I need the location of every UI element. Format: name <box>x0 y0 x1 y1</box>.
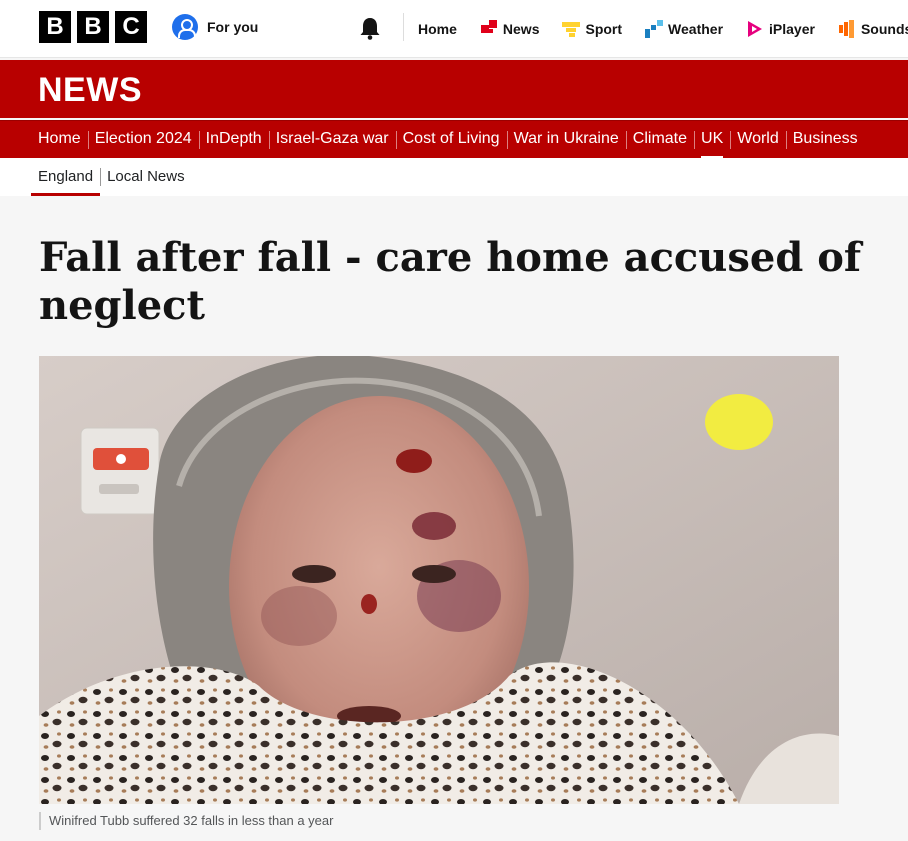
global-nav-news-label: News <box>502 21 540 37</box>
for-you-label: For you <box>207 19 259 35</box>
sport-icon <box>562 22 581 37</box>
local-nav-item-england[interactable]: England <box>31 158 101 196</box>
section-nav: Home Election 2024 InDepth Israel-Gaza war C… <box>0 120 908 159</box>
local-nav: England Local News <box>0 158 908 196</box>
user-avatar-icon <box>172 14 198 40</box>
global-nav-sport-label: Sport <box>585 21 623 37</box>
global-nav-home[interactable]: Home <box>418 21 457 37</box>
logo-letter-b1: B <box>39 11 71 43</box>
header-divider <box>403 13 404 41</box>
section-nav-item-israel-gaza-war[interactable]: Israel-Gaza war <box>268 121 396 159</box>
section-nav-item-business[interactable]: Business <box>785 121 865 159</box>
section-nav-item-uk[interactable]: UK <box>694 121 730 159</box>
logo-letter-c: C <box>115 11 147 43</box>
sounds-icon <box>838 20 854 38</box>
global-header: B B C For you Home News Sport Weather iP… <box>0 0 908 58</box>
global-nav-weather[interactable]: Weather <box>645 20 723 38</box>
logo-letter-b2: B <box>77 11 109 43</box>
weather-icon <box>645 20 664 38</box>
article-hero-image <box>39 356 839 804</box>
hero-photo-illustration <box>39 356 839 804</box>
section-nav-item-world[interactable]: World <box>730 121 786 159</box>
global-nav-iplayer[interactable]: iPlayer <box>746 20 815 38</box>
global-nav-iplayer-label: iPlayer <box>769 21 815 37</box>
news-brand-link[interactable]: NEWS <box>38 71 142 110</box>
section-nav-items: Home Election 2024 InDepth Israel-Gaza war C… <box>31 121 865 159</box>
section-nav-item-cost-of-living[interactable]: Cost of Living <box>395 121 507 159</box>
notification-bell-icon[interactable] <box>359 16 381 40</box>
section-nav-item-election-2024[interactable]: Election 2024 <box>87 121 199 159</box>
news-banner: NEWS <box>0 60 908 118</box>
global-nav-sport[interactable]: Sport <box>562 20 622 38</box>
section-nav-item-indepth[interactable]: InDepth <box>198 121 269 159</box>
global-nav-sounds-label: Sounds <box>860 21 908 37</box>
section-nav-item-war-in-ukraine[interactable]: War in Ukraine <box>506 121 626 159</box>
for-you-button[interactable]: For you <box>172 14 258 40</box>
local-nav-items: England Local News <box>31 158 192 196</box>
iplayer-icon <box>748 21 763 37</box>
section-nav-item-climate[interactable]: Climate <box>625 121 694 159</box>
local-nav-item-local-news[interactable]: Local News <box>100 158 192 196</box>
news-icon <box>480 20 497 33</box>
section-nav-item-home[interactable]: Home <box>31 121 88 159</box>
bbc-logo[interactable]: B B C <box>39 11 147 43</box>
global-nav-home-label: Home <box>418 21 457 37</box>
global-nav-weather-label: Weather <box>668 21 724 37</box>
article-headline: Fall after fall - care home accused of n… <box>39 234 862 329</box>
global-nav-sounds[interactable]: Sounds <box>838 20 908 38</box>
global-nav-news[interactable]: News <box>480 20 540 38</box>
global-nav: Home News Sport Weather iPlayer Sounds <box>418 0 908 58</box>
image-caption: Winifred Tubb suffered 32 falls in less … <box>39 812 333 830</box>
